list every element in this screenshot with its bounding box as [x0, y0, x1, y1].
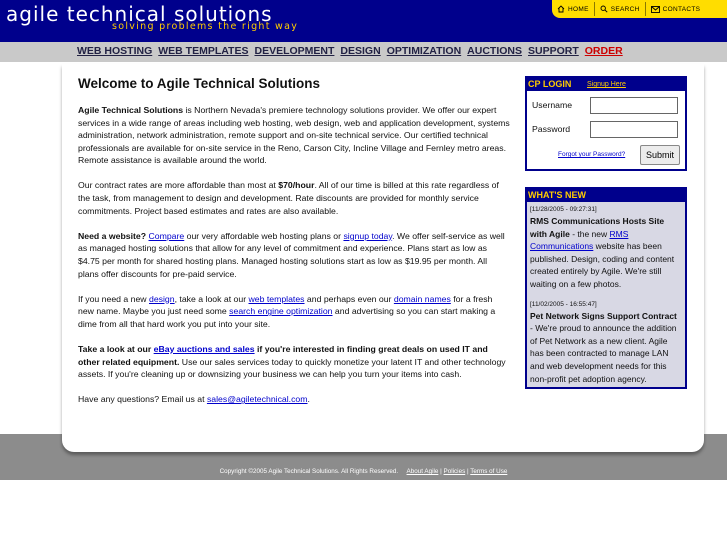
forgot-password-link[interactable]: Forgot your Password? [558, 151, 625, 158]
policies-link[interactable]: Policies [444, 468, 466, 475]
news-date: [11/02/2005 - 16:55:47] [530, 300, 597, 308]
nav-order[interactable]: ORDER [585, 45, 623, 57]
news-date: [11/28/2005 - 09:27:31] [530, 206, 597, 213]
news-text-1: - the new [569, 228, 610, 239]
footer: Copyright ©2005 Agile Technical Solution… [219, 468, 508, 475]
news-headline: Pet Network Signs Support Contract [530, 310, 677, 321]
nav-optimization[interactable]: OPTIMIZATION [387, 45, 461, 57]
questions-paragraph: Have any questions? Email us at sales@ag… [78, 393, 510, 406]
nav-web-templates[interactable]: WEB TEMPLATES [158, 45, 248, 57]
mail-icon [650, 5, 660, 13]
page-title: Welcome to Agile Technical Solutions [78, 76, 321, 91]
top-links: Home Search Contacts [552, 0, 727, 18]
rates-text-a: Our contract rates are more affordable t… [78, 180, 279, 191]
design-text-3: and perhaps even our [304, 293, 394, 304]
questions-end: . [307, 394, 310, 405]
web-templates-link[interactable]: web templates [249, 294, 305, 304]
compare-link[interactable]: Compare [149, 231, 185, 241]
cp-login-body: Username Password Forgot your Password? … [527, 91, 685, 169]
contacts-link[interactable]: Contacts [646, 2, 706, 16]
nav-design[interactable]: DESIGN [340, 45, 380, 57]
hosting-text-1: our very affordable web hosting plans or [184, 230, 344, 241]
sidebar: CP LOGIN Signup Here Username Password F… [525, 76, 687, 390]
nav-bar: WEB HOSTING WEB TEMPLATES DEVELOPMENT DE… [0, 42, 727, 62]
seo-link[interactable]: search engine optimization [229, 306, 332, 316]
auctions-paragraph: Take a look at our eBay auctions and sal… [78, 343, 510, 381]
design-text-1: If you need a new [78, 293, 149, 304]
whats-new-header: WHAT'S NEW [527, 189, 685, 202]
about-agile-link[interactable]: About Agile [407, 468, 439, 475]
email-link[interactable]: sales@agiletechnical.com [207, 394, 308, 404]
submit-button[interactable]: Submit [640, 145, 680, 165]
main-content: Welcome to Agile Technical Solutions Agi… [78, 76, 510, 418]
hourly-rate: $70/hour [278, 180, 315, 191]
news-item: [11/02/2005 - 16:55:47] Pet Network Sign… [530, 300, 682, 386]
auctions-lead-1: Take a look at our [78, 343, 154, 354]
design-link[interactable]: design [149, 294, 175, 304]
cp-login-header: CP LOGIN Signup Here [527, 78, 685, 91]
contacts-link-label: Contacts [662, 5, 701, 13]
home-icon [557, 5, 565, 13]
nav-auctions[interactable]: AUCTIONS [467, 45, 522, 57]
header: agile technical solutions solving proble… [0, 0, 727, 42]
page: agile technical solutions solving proble… [0, 0, 727, 545]
news-item: [11/28/2005 - 09:27:31] RMS Communicatio… [530, 205, 682, 291]
content-panel: Welcome to Agile Technical Solutions Agi… [62, 64, 704, 452]
intro-paragraph: Agile Technical Solutions is Northern Ne… [78, 104, 510, 167]
password-input[interactable] [590, 121, 678, 138]
whats-new-box: WHAT'S NEW [11/28/2005 - 09:27:31] RMS C… [525, 187, 687, 390]
cp-login-box: CP LOGIN Signup Here Username Password F… [525, 76, 687, 171]
nav-support[interactable]: SUPPORT [528, 45, 579, 57]
username-label: Username [532, 100, 573, 110]
design-paragraph: If you need a new design, take a look at… [78, 293, 510, 331]
home-link-label: Home [568, 5, 589, 13]
search-link-label: Search [610, 5, 640, 13]
search-link[interactable]: Search [595, 2, 646, 16]
username-input[interactable] [590, 97, 678, 114]
whats-new-body: [11/28/2005 - 09:27:31] RMS Communicatio… [527, 202, 685, 388]
nav-web-hosting[interactable]: WEB HOSTING [77, 45, 152, 57]
questions-text: Have any questions? Email us at [78, 394, 207, 405]
design-text-2: , take a look at our [174, 293, 249, 304]
search-icon [600, 5, 608, 13]
site-tagline: solving problems the right way [112, 21, 299, 32]
news-text-1: - We're proud to announce the addition o… [530, 323, 677, 384]
cp-login-title: CP LOGIN [528, 79, 572, 89]
terms-of-use-link[interactable]: Terms of Use [470, 468, 507, 475]
hosting-lead: Need a website? [78, 230, 147, 241]
ebay-link[interactable]: eBay auctions and sales [154, 344, 255, 354]
company-name: Agile Technical Solutions [78, 105, 184, 115]
nav-development[interactable]: DEVELOPMENT [254, 45, 334, 57]
password-label: Password [532, 124, 571, 134]
hosting-paragraph: Need a website? Compare our very afforda… [78, 230, 510, 280]
signup-here-link[interactable]: Signup Here [587, 78, 626, 91]
main-nav: WEB HOSTING WEB TEMPLATES DEVELOPMENT DE… [77, 45, 623, 57]
home-link[interactable]: Home [552, 2, 595, 16]
signup-today-link[interactable]: signup today [343, 231, 392, 241]
copyright-text: Copyright ©2005 Agile Technical Solution… [219, 468, 399, 475]
rates-paragraph: Our contract rates are more affordable t… [78, 179, 510, 217]
domain-names-link[interactable]: domain names [394, 294, 451, 304]
